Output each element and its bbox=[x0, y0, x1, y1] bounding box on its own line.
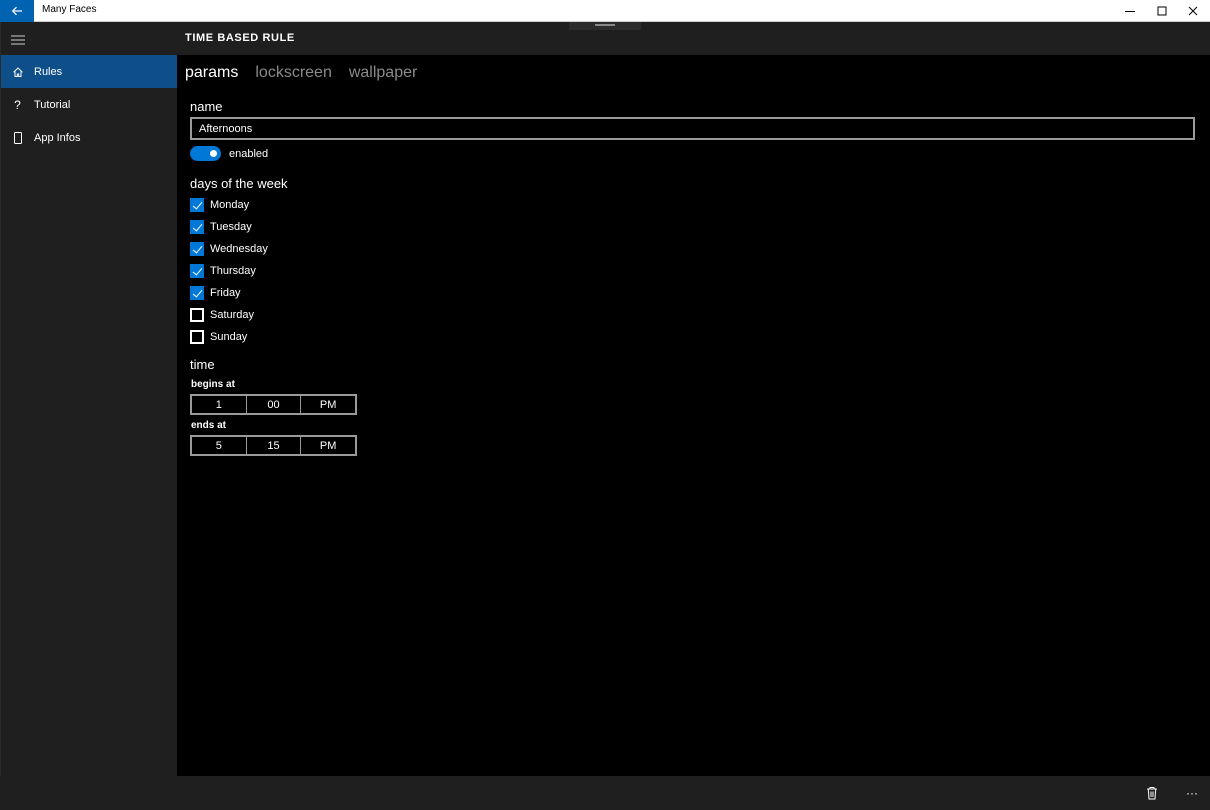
sidebar: Rules ? Tutorial App Infos bbox=[0, 22, 178, 776]
friday-checkbox[interactable] bbox=[190, 286, 204, 300]
day-label: Tuesday bbox=[210, 221, 252, 233]
day-label: Saturday bbox=[210, 309, 255, 321]
sidebar-item-label: App Infos bbox=[34, 131, 81, 144]
tab-lockscreen[interactable]: lockscreen bbox=[255, 64, 331, 82]
main-content: params lockscreen wallpaper name enabled… bbox=[177, 55, 1210, 776]
enabled-toggle-row: enabled bbox=[190, 146, 268, 161]
day-label: Monday bbox=[210, 199, 250, 211]
sidebar-item-tutorial[interactable]: ? Tutorial bbox=[1, 88, 178, 121]
monday-checkbox[interactable] bbox=[190, 198, 204, 212]
tuesday-checkbox[interactable] bbox=[190, 220, 204, 234]
maximize-icon bbox=[1157, 6, 1167, 16]
begins-at-label: begins at bbox=[191, 379, 235, 390]
ends-at-label: ends at bbox=[191, 420, 227, 431]
ends-time-picker[interactable]: 5 15 PM bbox=[190, 435, 357, 456]
sidebar-item-label: Tutorial bbox=[34, 98, 71, 111]
trash-icon bbox=[1147, 787, 1157, 800]
title-bar: Many Faces bbox=[0, 0, 1210, 22]
minimize-icon bbox=[1125, 11, 1135, 12]
day-checkbox-row[interactable]: Saturday bbox=[190, 307, 254, 323]
time-section-title: time bbox=[190, 357, 215, 372]
saturday-checkbox[interactable] bbox=[190, 308, 204, 322]
hamburger-menu-button[interactable] bbox=[10, 33, 26, 45]
begins-hour[interactable]: 1 bbox=[192, 396, 247, 413]
begins-minute[interactable]: 00 bbox=[247, 396, 302, 413]
ends-hour[interactable]: 5 bbox=[192, 437, 247, 454]
begins-period[interactable]: PM bbox=[301, 396, 355, 413]
day-label: Sunday bbox=[210, 331, 248, 343]
enabled-label: enabled bbox=[229, 147, 269, 160]
day-checkbox-row[interactable]: Thursday bbox=[190, 263, 256, 279]
day-checkbox-row[interactable]: Wednesday bbox=[190, 241, 268, 257]
home-icon bbox=[1, 55, 34, 88]
day-label: Friday bbox=[210, 287, 241, 299]
sunday-checkbox[interactable] bbox=[190, 330, 204, 344]
day-label: Wednesday bbox=[210, 243, 268, 255]
ends-period[interactable]: PM bbox=[301, 437, 355, 454]
tab-params[interactable]: params bbox=[185, 64, 238, 82]
tab-wallpaper[interactable]: wallpaper bbox=[349, 64, 417, 82]
day-checkbox-row[interactable]: Friday bbox=[190, 285, 241, 301]
delete-button[interactable] bbox=[1141, 782, 1163, 804]
sidebar-item-label: Rules bbox=[34, 65, 63, 78]
more-icon: ··· bbox=[1186, 786, 1198, 800]
days-section-title: days of the week bbox=[190, 176, 288, 191]
begins-time-picker[interactable]: 1 00 PM bbox=[190, 394, 357, 415]
close-icon bbox=[1188, 6, 1198, 16]
more-options-button[interactable]: ··· bbox=[1181, 782, 1203, 804]
wednesday-checkbox[interactable] bbox=[190, 242, 204, 256]
phone-icon bbox=[1, 121, 34, 154]
back-button[interactable] bbox=[0, 0, 34, 22]
ends-minute[interactable]: 15 bbox=[247, 437, 302, 454]
page-title: TIME BASED RULE bbox=[185, 32, 295, 44]
command-bar: ··· bbox=[0, 776, 1210, 810]
thursday-checkbox[interactable] bbox=[190, 264, 204, 278]
page-header: TIME BASED RULE bbox=[177, 22, 1210, 55]
app-title: Many Faces bbox=[42, 4, 97, 15]
name-input[interactable] bbox=[190, 117, 1195, 140]
sidebar-item-rules[interactable]: Rules bbox=[1, 55, 178, 88]
question-icon: ? bbox=[14, 97, 21, 112]
hamburger-icon bbox=[11, 35, 25, 45]
day-label: Thursday bbox=[210, 265, 256, 277]
tab-bar: params lockscreen wallpaper bbox=[185, 64, 417, 82]
day-checkbox-row[interactable]: Sunday bbox=[190, 329, 247, 345]
minimize-button[interactable] bbox=[1114, 0, 1146, 22]
maximize-button[interactable] bbox=[1146, 0, 1178, 22]
day-checkbox-row[interactable]: Tuesday bbox=[190, 219, 252, 235]
day-checkbox-row[interactable]: Monday bbox=[190, 197, 249, 213]
sidebar-item-app-infos[interactable]: App Infos bbox=[1, 121, 178, 154]
drag-handle[interactable] bbox=[569, 22, 641, 30]
enabled-toggle[interactable] bbox=[190, 146, 221, 161]
name-section-title: name bbox=[190, 99, 223, 114]
close-button[interactable] bbox=[1177, 0, 1209, 22]
back-arrow-icon bbox=[11, 6, 22, 16]
